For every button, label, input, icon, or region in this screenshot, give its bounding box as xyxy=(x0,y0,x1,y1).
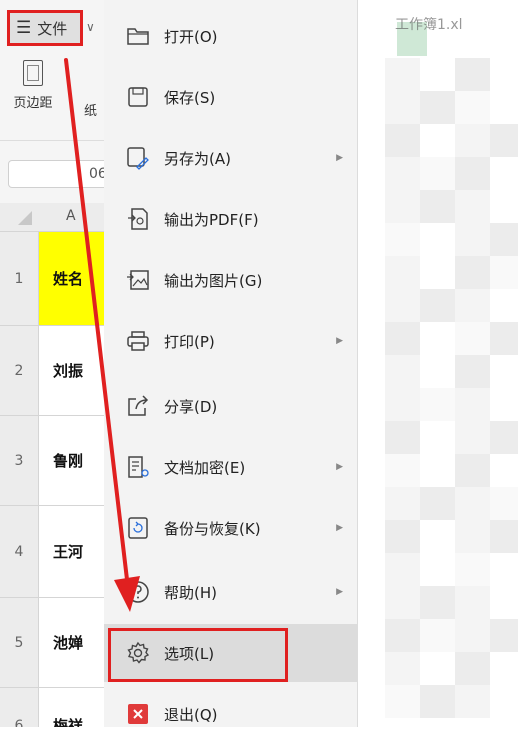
menu-item-save[interactable]: 保存(S) xyxy=(104,68,357,126)
menu-item-share[interactable]: 分享(D) xyxy=(104,377,357,435)
row-header[interactable]: 3 xyxy=(0,416,38,506)
menu-item-save-as[interactable]: 另存为(A) ▶ xyxy=(104,129,357,187)
pane-divider xyxy=(357,0,358,727)
menu-item-label: 输出为图片(G) xyxy=(164,271,263,290)
row-header[interactable]: 4 xyxy=(0,506,38,598)
spreadsheet-panel: ☰ 文件 ∨ 页边距 纸 06 A 1 姓名 2 刘振 3 鲁刚 4 王河 5 … xyxy=(0,0,104,727)
menu-item-label: 保存(S) xyxy=(164,88,216,107)
menu-item-label: 打开(O) xyxy=(164,27,218,46)
menu-item-label: 打印(P) xyxy=(164,332,215,351)
save-icon xyxy=(126,85,150,109)
page-margin-label: 页边距 xyxy=(13,96,53,111)
row-header[interactable]: 6 xyxy=(0,688,38,727)
column-a-header[interactable]: A xyxy=(66,208,76,224)
cell-text: 刘振 xyxy=(53,362,84,380)
blurred-content xyxy=(385,58,518,727)
toolbar-divider xyxy=(0,140,104,141)
table-cell[interactable]: 梅祥 xyxy=(38,688,104,727)
workbook-tab-title[interactable]: 工作簿1.xl xyxy=(395,14,463,34)
cell-text: 鲁刚 xyxy=(53,452,84,470)
menu-item-exit[interactable]: 退出(Q) xyxy=(104,685,357,743)
file-menu-label: 文件 xyxy=(37,19,68,38)
cell-text: 池婵 xyxy=(53,634,84,652)
menu-item-label: 文档加密(E) xyxy=(164,458,246,477)
help-icon xyxy=(126,580,150,604)
submenu-arrow-icon: ▶ xyxy=(336,336,343,346)
blurred-workbook-area: 工作簿1.xl xyxy=(357,0,518,727)
file-menu: 打开(O) 保存(S) 另存为(A) ▶ 输出为PDF(F) 输出为图片(G) … xyxy=(104,0,357,727)
row-number: 2 xyxy=(14,362,24,379)
page-margin-button[interactable]: 页边距 xyxy=(8,60,58,111)
save-as-icon xyxy=(126,146,150,170)
menu-item-help[interactable]: 帮助(H) ▶ xyxy=(104,563,357,621)
pdf-icon xyxy=(126,207,150,231)
chevron-down-icon[interactable]: ∨ xyxy=(86,20,95,34)
submenu-arrow-icon: ▶ xyxy=(336,523,343,533)
cell-text: 姓名 xyxy=(53,270,84,288)
menu-item-backup[interactable]: 备份与恢复(K) ▶ xyxy=(104,499,357,557)
cell-text: 梅祥 xyxy=(53,717,84,727)
table-cell[interactable]: 鲁刚 xyxy=(38,416,104,506)
table-cell[interactable]: 王河 xyxy=(38,506,104,598)
image-export-icon xyxy=(126,268,150,292)
submenu-arrow-icon: ▶ xyxy=(336,462,343,472)
share-icon xyxy=(126,394,150,418)
printer-icon xyxy=(126,329,150,353)
row-number: 5 xyxy=(14,634,24,651)
table-cell[interactable]: 刘振 xyxy=(38,326,104,416)
hamburger-icon: ☰ xyxy=(16,18,32,38)
row-header[interactable]: 2 xyxy=(0,326,38,416)
cell-reference-value: 06 xyxy=(89,166,104,182)
menu-item-encrypt[interactable]: 文档加密(E) ▶ xyxy=(104,438,357,496)
menu-item-label: 输出为PDF(F) xyxy=(164,210,259,229)
menu-item-label: 分享(D) xyxy=(164,397,218,416)
row-header[interactable]: 5 xyxy=(0,598,38,688)
table-cell[interactable]: 池婵 xyxy=(38,598,104,688)
submenu-arrow-icon: ▶ xyxy=(336,153,343,163)
menu-item-label: 退出(Q) xyxy=(164,705,218,724)
menu-item-label: 帮助(H) xyxy=(164,583,217,602)
menu-item-export-image[interactable]: 输出为图片(G) xyxy=(104,251,357,309)
row-number: 6 xyxy=(14,717,24,728)
lock-document-icon xyxy=(126,455,150,479)
exit-icon xyxy=(126,702,150,726)
menu-item-label: 另存为(A) xyxy=(164,149,231,168)
row-number: 3 xyxy=(14,452,24,469)
table-cell[interactable]: 姓名 xyxy=(38,232,104,326)
paper-size-label[interactable]: 纸 xyxy=(84,100,97,119)
file-menu-button[interactable]: ☰ 文件 xyxy=(7,10,83,46)
menu-item-print[interactable]: 打印(P) ▶ xyxy=(104,312,357,370)
row-number: 4 xyxy=(14,543,24,560)
cell-text: 王河 xyxy=(53,543,84,561)
menu-item-label: 备份与恢复(K) xyxy=(164,519,261,538)
folder-icon xyxy=(126,24,150,48)
menu-item-export-pdf[interactable]: 输出为PDF(F) xyxy=(104,190,357,248)
page-margin-icon xyxy=(23,60,43,86)
backup-icon xyxy=(126,516,150,540)
menu-item-open[interactable]: 打开(O) xyxy=(104,7,357,65)
cell-reference-box[interactable]: 06 xyxy=(8,160,104,188)
submenu-arrow-icon: ▶ xyxy=(336,587,343,597)
column-header-row: A xyxy=(0,203,104,232)
row-header[interactable]: 1 xyxy=(0,232,38,326)
row-number: 1 xyxy=(14,270,24,287)
options-highlight-box xyxy=(108,628,288,682)
select-all-corner[interactable] xyxy=(18,211,32,225)
